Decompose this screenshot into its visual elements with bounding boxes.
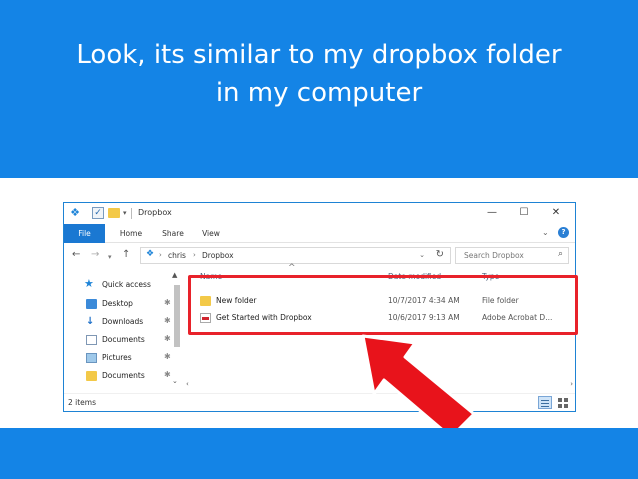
search-icon[interactable]: ⌕ — [558, 249, 563, 259]
tab-view[interactable]: View — [194, 224, 228, 243]
navigation-pane: ★ Quick access Desktop ✱ ↓ Downloads ✱ D… — [64, 269, 182, 393]
search-placeholder: Search Dropbox — [464, 251, 524, 260]
pictures-icon — [86, 353, 97, 363]
recent-locations-icon[interactable]: ▾ — [108, 251, 112, 263]
address-dropdown-icon[interactable]: ⌄ — [419, 251, 425, 259]
highlight-box — [188, 275, 578, 335]
close-button[interactable]: ✕ — [544, 204, 568, 222]
nav-item-pictures[interactable]: Pictures ✱ — [80, 350, 180, 366]
new-folder-icon[interactable] — [108, 208, 120, 218]
nav-item-label: Documents — [102, 371, 145, 380]
pin-icon[interactable]: ✱ — [164, 316, 171, 325]
nav-item-documents[interactable]: Documents ✱ — [80, 332, 180, 348]
nav-item-documents-2[interactable]: Documents ✱ — [80, 368, 180, 384]
slide-title: Look, its similar to my dropbox folder i… — [76, 40, 562, 108]
star-icon: ★ — [84, 277, 94, 290]
properties-icon[interactable]: ✓ — [92, 207, 104, 219]
customize-toolbar-icon[interactable]: ▾ — [123, 207, 135, 219]
title-bar: ❖ ✓ ▾ Dropbox — ☐ ✕ — [64, 203, 575, 224]
sort-caret-icon: ^ — [288, 263, 296, 273]
breadcrumb-separator-icon[interactable]: › — [193, 251, 196, 259]
address-row: ← → ▾ ↑ ❖ › chris › Dropbox ⌄ ↻ Search D… — [64, 244, 575, 268]
scroll-left-icon[interactable]: ‹ — [186, 380, 189, 388]
nav-item-label: Desktop — [102, 299, 133, 308]
back-arrow-icon[interactable]: ← — [72, 249, 80, 261]
tab-share[interactable]: Share — [154, 224, 192, 243]
scroll-down-icon[interactable]: ⌄ — [172, 377, 178, 385]
pin-icon[interactable]: ✱ — [164, 334, 171, 343]
desktop-icon — [86, 299, 97, 309]
tab-file[interactable]: File — [64, 224, 105, 243]
window-title: Dropbox — [138, 208, 172, 217]
up-arrow-icon[interactable]: ↑ — [122, 249, 130, 261]
nav-item-label: Quick access — [102, 280, 151, 289]
dropbox-icon: ❖ — [70, 206, 80, 219]
download-icon: ↓ — [86, 316, 95, 327]
nav-scrollbar[interactable]: ▲ ⌄ — [172, 271, 182, 389]
refresh-icon[interactable]: ↻ — [436, 249, 444, 260]
title-divider — [131, 208, 132, 219]
status-bar: 2 items — [64, 393, 575, 411]
minimize-button[interactable]: — — [480, 204, 504, 222]
large-icons-view-icon[interactable] — [556, 396, 570, 409]
scroll-right-icon[interactable]: › — [570, 380, 573, 388]
address-bar[interactable]: ❖ › chris › Dropbox ⌄ ↻ — [140, 247, 451, 264]
documents-icon — [86, 335, 97, 345]
footer-band — [0, 428, 638, 479]
nav-item-quick-access[interactable]: ★ Quick access — [80, 277, 180, 293]
details-view-icon[interactable] — [538, 396, 552, 409]
tab-home[interactable]: Home — [112, 224, 150, 243]
scroll-thumb[interactable] — [174, 285, 180, 347]
breadcrumb-separator-icon[interactable]: › — [159, 251, 162, 259]
search-input[interactable]: Search Dropbox ⌕ — [455, 247, 569, 264]
horizontal-scrollbar[interactable]: ‹ › — [182, 380, 575, 392]
expand-ribbon-icon[interactable]: ⌄ — [542, 228, 549, 237]
forward-arrow-icon[interactable]: → — [91, 249, 99, 261]
nav-item-downloads[interactable]: ↓ Downloads ✱ — [80, 314, 180, 330]
nav-item-label: Documents — [102, 335, 145, 344]
scroll-up-icon[interactable]: ▲ — [172, 271, 177, 279]
item-count: 2 items — [68, 398, 97, 407]
title-banner: Look, its similar to my dropbox folder i… — [0, 0, 638, 178]
ribbon: File Home Share View ⌄ ? — [64, 224, 575, 243]
pin-icon[interactable]: ✱ — [164, 352, 171, 361]
maximize-button[interactable]: ☐ — [512, 204, 536, 222]
nav-item-desktop[interactable]: Desktop ✱ — [80, 296, 180, 312]
folder-icon — [86, 371, 97, 381]
nav-item-label: Downloads — [102, 317, 144, 326]
nav-item-label: Pictures — [102, 353, 132, 362]
help-icon[interactable]: ? — [558, 227, 569, 238]
pin-icon[interactable]: ✱ — [164, 370, 171, 379]
breadcrumb-dropbox[interactable]: Dropbox — [202, 251, 234, 260]
pin-icon[interactable]: ✱ — [164, 298, 171, 307]
breadcrumb-chris[interactable]: chris — [168, 251, 186, 260]
dropbox-icon: ❖ — [146, 249, 155, 259]
